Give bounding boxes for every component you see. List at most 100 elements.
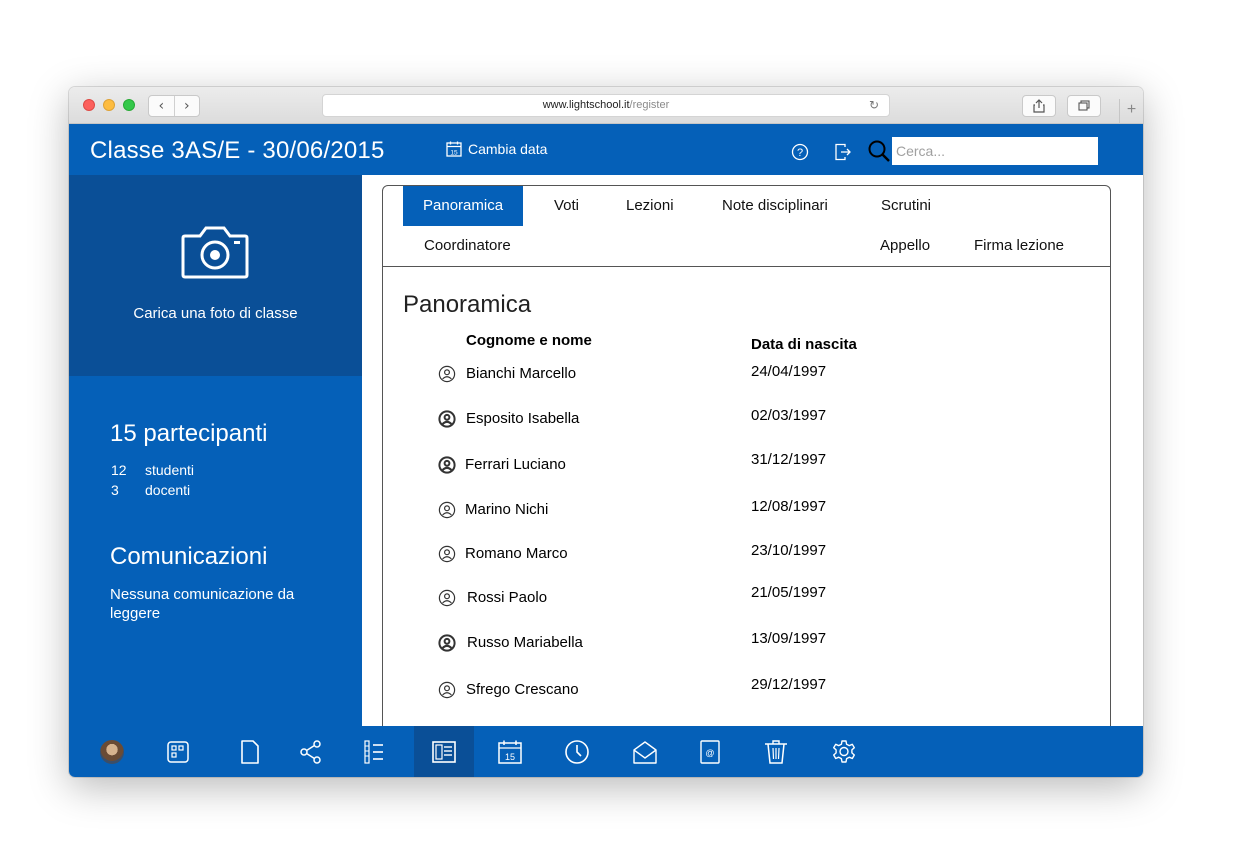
person-icon <box>438 501 456 519</box>
minimize-window-button[interactable] <box>103 99 115 111</box>
sharing-button[interactable] <box>281 726 341 777</box>
class-photo-panel[interactable]: Carica una foto di classe <box>69 175 362 376</box>
table-row[interactable]: Sfrego Crescano 29/12/1997 <box>438 676 1038 701</box>
url-domain: www.lightschool.it <box>542 99 630 111</box>
student-birthdate: 23/10/1997 <box>751 542 827 559</box>
table-row[interactable]: Bianchi Marcello 24/04/1997 <box>438 363 1038 385</box>
back-button[interactable]: ‹ <box>149 96 174 116</box>
forward-button[interactable]: › <box>173 96 200 116</box>
column-header-birthdate: Data di nascita <box>751 336 857 353</box>
class-overview-button[interactable] <box>414 726 474 777</box>
close-window-button[interactable] <box>83 99 95 111</box>
calendar-button[interactable]: 15 <box>480 726 540 777</box>
table-row[interactable]: Russo Mariabella 13/09/1997 <box>438 630 1038 654</box>
logout-icon[interactable] <box>834 143 852 161</box>
tab-voti[interactable]: Voti <box>554 186 579 226</box>
student-name: Marino Nichi <box>465 501 549 518</box>
tab-bar: Panoramica Voti Lezioni Note disciplinar… <box>383 186 1110 267</box>
search-bar <box>867 137 1102 165</box>
new-tab-button[interactable]: + <box>1119 99 1143 123</box>
calendar-icon-day: 15 <box>505 752 515 762</box>
table-row[interactable]: Marino Nichi 12/08/1997 <box>438 498 1038 521</box>
browser-window: ‹ › www.lightschool.it/register ↻ + Clas… <box>69 87 1143 777</box>
student-name: Sfrego Crescano <box>466 681 579 698</box>
student-birthdate: 13/09/1997 <box>751 630 827 647</box>
calendar-icon: 15 <box>498 740 522 764</box>
tabs-icon <box>1078 100 1090 111</box>
student-name: Esposito Isabella <box>466 410 580 427</box>
maximize-window-button[interactable] <box>123 99 135 111</box>
address-bar[interactable]: www.lightschool.it/register ↻ <box>322 94 890 117</box>
messages-button[interactable] <box>615 726 675 777</box>
change-date-button[interactable]: 15 Cambia data <box>446 141 547 157</box>
tab-scrutini[interactable]: Scrutini <box>881 186 931 226</box>
student-birthdate: 21/05/1997 <box>751 584 827 601</box>
dashboard-icon <box>167 740 189 763</box>
person-icon <box>438 456 456 474</box>
table-row[interactable]: Romano Marco 23/10/1997 <box>438 542 1038 565</box>
upload-photo-label: Carica una foto di classe <box>133 305 298 322</box>
tab-appello[interactable]: Appello <box>880 226 930 266</box>
student-name: Rossi Paolo <box>467 589 548 606</box>
files-button[interactable] <box>220 726 280 777</box>
student-name: Ferrari Luciano <box>465 456 566 473</box>
person-icon <box>438 681 456 699</box>
tab-lezioni[interactable]: Lezioni <box>626 186 674 226</box>
change-date-label: Cambia data <box>468 141 548 157</box>
register-button[interactable] <box>344 726 404 777</box>
table-row[interactable]: Esposito Isabella 02/03/1997 <box>438 407 1038 430</box>
reload-icon[interactable]: ↻ <box>869 95 879 116</box>
help-icon[interactable]: ? <box>791 143 809 161</box>
communications-text: Nessuna comunicazione da leggere <box>110 586 295 622</box>
share-nodes-icon <box>300 739 321 764</box>
search-input[interactable] <box>892 137 1098 165</box>
person-icon <box>438 410 456 428</box>
table-row[interactable]: Ferrari Luciano 31/12/1997 <box>438 451 1038 476</box>
person-icon <box>438 634 456 652</box>
avatar <box>100 739 124 764</box>
tab-coordinatore[interactable]: Coordinatore <box>424 226 511 266</box>
tab-note-disciplinari[interactable]: Note disciplinari <box>722 186 828 226</box>
column-header-name: Cognome e nome <box>466 332 592 349</box>
bottom-toolbar: 15 @ <box>69 726 1143 777</box>
class-title: Classe 3AS/E - 30/06/2015 <box>90 137 385 164</box>
timetable-button[interactable] <box>547 726 607 777</box>
browser-chrome: ‹ › www.lightschool.it/register ↻ + <box>69 87 1143 124</box>
contacts-button[interactable]: @ <box>680 726 740 777</box>
gear-icon <box>833 739 855 763</box>
tab-firma-lezione[interactable]: Firma lezione <box>974 226 1064 266</box>
teachers-label: docenti <box>145 482 191 498</box>
table-row[interactable]: Rossi Paolo 21/05/1997 <box>438 584 1038 609</box>
trash-icon <box>765 739 787 764</box>
share-button[interactable] <box>1022 95 1056 117</box>
file-icon <box>241 739 259 764</box>
app-header: Classe 3AS/E - 30/06/2015 15 Cambia data… <box>69 124 1143 175</box>
student-birthdate: 24/04/1997 <box>751 363 827 380</box>
participants-title: 15 partecipanti <box>110 420 268 447</box>
student-name: Russo Mariabella <box>467 634 583 651</box>
calendar-icon-day: 15 <box>450 149 458 156</box>
student-birthdate: 02/03/1997 <box>751 407 827 424</box>
trash-button[interactable] <box>746 726 806 777</box>
settings-button[interactable] <box>814 726 874 777</box>
tab-panoramica[interactable]: Panoramica <box>403 186 524 226</box>
communications-title: Comunicazioni <box>110 543 268 570</box>
camera-icon <box>181 226 249 279</box>
sidebar: Carica una foto di classe 15 partecipant… <box>69 175 362 726</box>
student-birthdate: 12/08/1997 <box>751 498 827 515</box>
svg-text:?: ? <box>797 147 803 159</box>
teachers-count: 3 <box>111 482 119 498</box>
person-icon <box>438 589 456 607</box>
class-register-icon <box>432 740 456 763</box>
student-name: Romano Marco <box>465 545 568 562</box>
dashboard-button[interactable] <box>148 726 208 777</box>
register-list-icon <box>364 739 383 764</box>
tabs-overview-button[interactable] <box>1067 95 1101 117</box>
url-path: /register <box>629 99 670 111</box>
profile-button[interactable] <box>82 726 142 777</box>
search-icon[interactable] <box>867 139 891 163</box>
students-label: studenti <box>145 462 195 478</box>
share-icon <box>1033 99 1045 113</box>
person-icon <box>438 545 456 563</box>
svg-text:@: @ <box>705 748 714 758</box>
